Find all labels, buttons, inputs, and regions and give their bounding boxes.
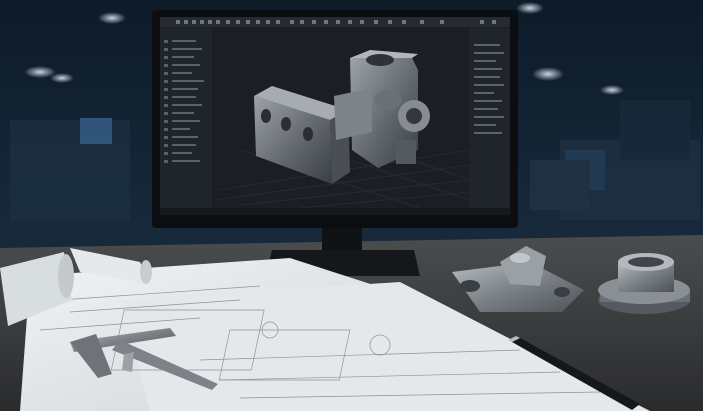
cad-toolbar xyxy=(160,17,510,27)
photo-scene xyxy=(0,0,703,411)
scene-svg xyxy=(0,0,703,411)
left-tree-panel xyxy=(160,28,212,208)
cad-status-bar xyxy=(160,208,510,215)
monitor-neck xyxy=(322,228,362,252)
